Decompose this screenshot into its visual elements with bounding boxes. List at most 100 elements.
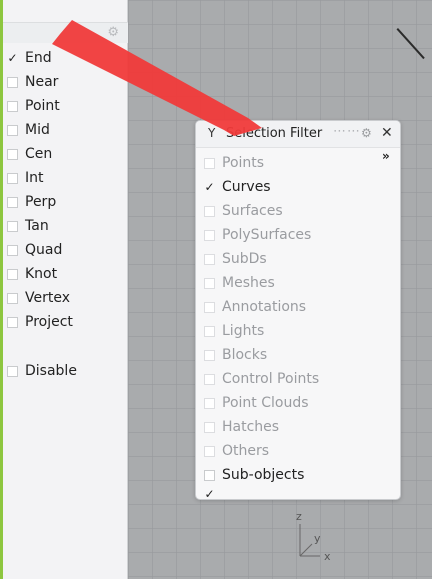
filter-item-sub-objects[interactable]: Sub-objects <box>204 463 319 487</box>
filter-icon: Y <box>208 126 216 140</box>
checkbox[interactable] <box>204 277 215 289</box>
filter-item-label: Point Clouds <box>222 395 309 411</box>
osnap-item-mid[interactable]: Mid <box>7 118 73 142</box>
osnap-item-label: Tan <box>25 218 49 234</box>
axis-x-label: x <box>324 550 331 563</box>
osnap-item-near[interactable]: Near <box>7 70 73 94</box>
checkbox[interactable] <box>7 172 18 184</box>
filter-item-label: SubDs <box>222 251 267 267</box>
filter-item-label: Meshes <box>222 275 275 291</box>
osnap-item-label: Near <box>25 74 59 90</box>
filter-item-label: Surfaces <box>222 203 283 219</box>
selection-filter-titlebar[interactable]: Y Selection Filter ⋯⋯ ⚙ ✕ <box>196 121 400 148</box>
osnap-item-label: Int <box>25 170 44 186</box>
osnap-item-label: Perp <box>25 194 57 210</box>
checkbox[interactable] <box>204 301 215 313</box>
more-options-icon[interactable]: » <box>382 149 390 163</box>
checkbox[interactable] <box>204 205 215 217</box>
filter-item-control-points[interactable]: Control Points <box>204 367 319 391</box>
checkbox[interactable] <box>204 253 215 265</box>
filter-item-blocks[interactable]: Blocks <box>204 343 319 367</box>
osnap-item-label: Point <box>25 98 60 114</box>
filter-item-polysurfaces[interactable]: PolySurfaces <box>204 223 319 247</box>
osnap-item-project[interactable]: Project <box>7 310 73 334</box>
checkbox[interactable] <box>7 196 18 208</box>
checkbox[interactable] <box>204 397 215 409</box>
filter-item-label: Blocks <box>222 347 268 363</box>
checkbox[interactable] <box>204 469 215 481</box>
viewport-curve <box>396 28 425 59</box>
checkbox[interactable] <box>204 325 215 337</box>
filter-item-annotations[interactable]: Annotations <box>204 295 319 319</box>
checkbox[interactable] <box>204 421 215 433</box>
checkmark-icon[interactable]: ✓ <box>7 52 18 64</box>
filter-item-label: Points <box>222 155 265 171</box>
filter-item-lights[interactable]: Lights <box>204 319 319 343</box>
filter-item-label: Others <box>222 443 270 459</box>
filter-item-surfaces[interactable]: Surfaces <box>204 199 319 223</box>
close-icon[interactable]: ✕ <box>381 125 393 141</box>
filter-item-label: Annotations <box>222 299 307 315</box>
axis-y-label: y <box>314 532 321 545</box>
checkbox[interactable] <box>7 100 18 112</box>
osnap-item-point[interactable]: Point <box>7 94 73 118</box>
selection-filter-title: Selection Filter <box>226 126 323 141</box>
osnap-item-label: Mid <box>25 122 50 138</box>
osnap-item-perp[interactable]: Perp <box>7 190 73 214</box>
filter-item-points[interactable]: Points <box>204 151 319 175</box>
osnap-list: ✓ End Near Point Mid Cen Int Perp Tan Quad Knot Ver… <box>7 46 73 334</box>
filter-item-point-clouds[interactable]: Point Clouds <box>204 391 319 415</box>
osnap-disable-label: Disable <box>25 363 77 379</box>
checkbox[interactable] <box>7 148 18 160</box>
filter-item-others[interactable]: Others <box>204 439 319 463</box>
filter-item-label: Lights <box>222 323 265 339</box>
checkbox[interactable] <box>7 268 18 280</box>
checkbox[interactable] <box>7 124 18 136</box>
checkbox[interactable] <box>204 349 215 361</box>
checkbox[interactable] <box>7 292 18 304</box>
filter-item-label: Sub-objects <box>222 467 305 483</box>
osnap-item-int[interactable]: Int <box>7 166 73 190</box>
filter-item-subds[interactable]: SubDs <box>204 247 319 271</box>
filter-item-meshes[interactable]: Meshes <box>204 271 319 295</box>
filter-item-label: PolySurfaces <box>222 227 312 243</box>
osnap-item-label: End <box>25 50 52 66</box>
checkbox[interactable] <box>7 220 18 232</box>
checkbox[interactable] <box>204 229 215 241</box>
osnap-item-label: Vertex <box>25 290 71 306</box>
osnap-panel: ⚙ ✓ End Near Point Mid Cen Int Perp Tan Quad Knot V… <box>0 0 128 579</box>
gear-icon[interactable]: ⚙ <box>361 126 372 140</box>
filter-item-label: Hatches <box>222 419 280 435</box>
osnap-item-knot[interactable]: Knot <box>7 262 73 286</box>
checkbox[interactable] <box>204 373 215 385</box>
checkmark-icon: ✓ <box>204 487 215 499</box>
osnap-item-label: Knot <box>25 266 58 282</box>
checkbox[interactable] <box>204 157 215 169</box>
partially-visible-row: ✓ <box>204 487 222 499</box>
osnap-item-label: Quad <box>25 242 63 258</box>
checkbox[interactable] <box>7 365 18 377</box>
checkbox[interactable] <box>204 445 215 457</box>
osnap-item-label: Cen <box>25 146 53 162</box>
gear-icon[interactable]: ⚙ <box>107 25 119 40</box>
osnap-item-vertex[interactable]: Vertex <box>7 286 73 310</box>
osnap-item-end[interactable]: ✓ End <box>7 46 73 70</box>
drag-handle-icon[interactable]: ⋯⋯ <box>333 124 361 139</box>
checkbox[interactable] <box>7 316 18 328</box>
selection-filter-list: Points ✓ Curves Surfaces PolySurfaces SubDs Me… <box>204 151 319 487</box>
osnap-item-label: Project <box>25 314 73 330</box>
axis-indicator: z y x <box>286 510 346 570</box>
checkbox[interactable] <box>7 76 18 88</box>
selection-filter-panel: Y Selection Filter ⋯⋯ ⚙ ✕ » Points ✓ Curve… <box>195 120 401 500</box>
filter-item-label: Control Points <box>222 371 320 387</box>
checkbox[interactable] <box>7 244 18 256</box>
axis-z-label: z <box>296 510 302 523</box>
filter-item-curves[interactable]: ✓ Curves <box>204 175 319 199</box>
osnap-disable-item[interactable]: Disable <box>7 359 77 383</box>
osnap-item-tan[interactable]: Tan <box>7 214 73 238</box>
filter-item-label: Curves <box>222 179 271 195</box>
osnap-item-quad[interactable]: Quad <box>7 238 73 262</box>
checkmark-icon[interactable]: ✓ <box>204 181 215 193</box>
osnap-item-cen[interactable]: Cen <box>7 142 73 166</box>
filter-item-hatches[interactable]: Hatches <box>204 415 319 439</box>
